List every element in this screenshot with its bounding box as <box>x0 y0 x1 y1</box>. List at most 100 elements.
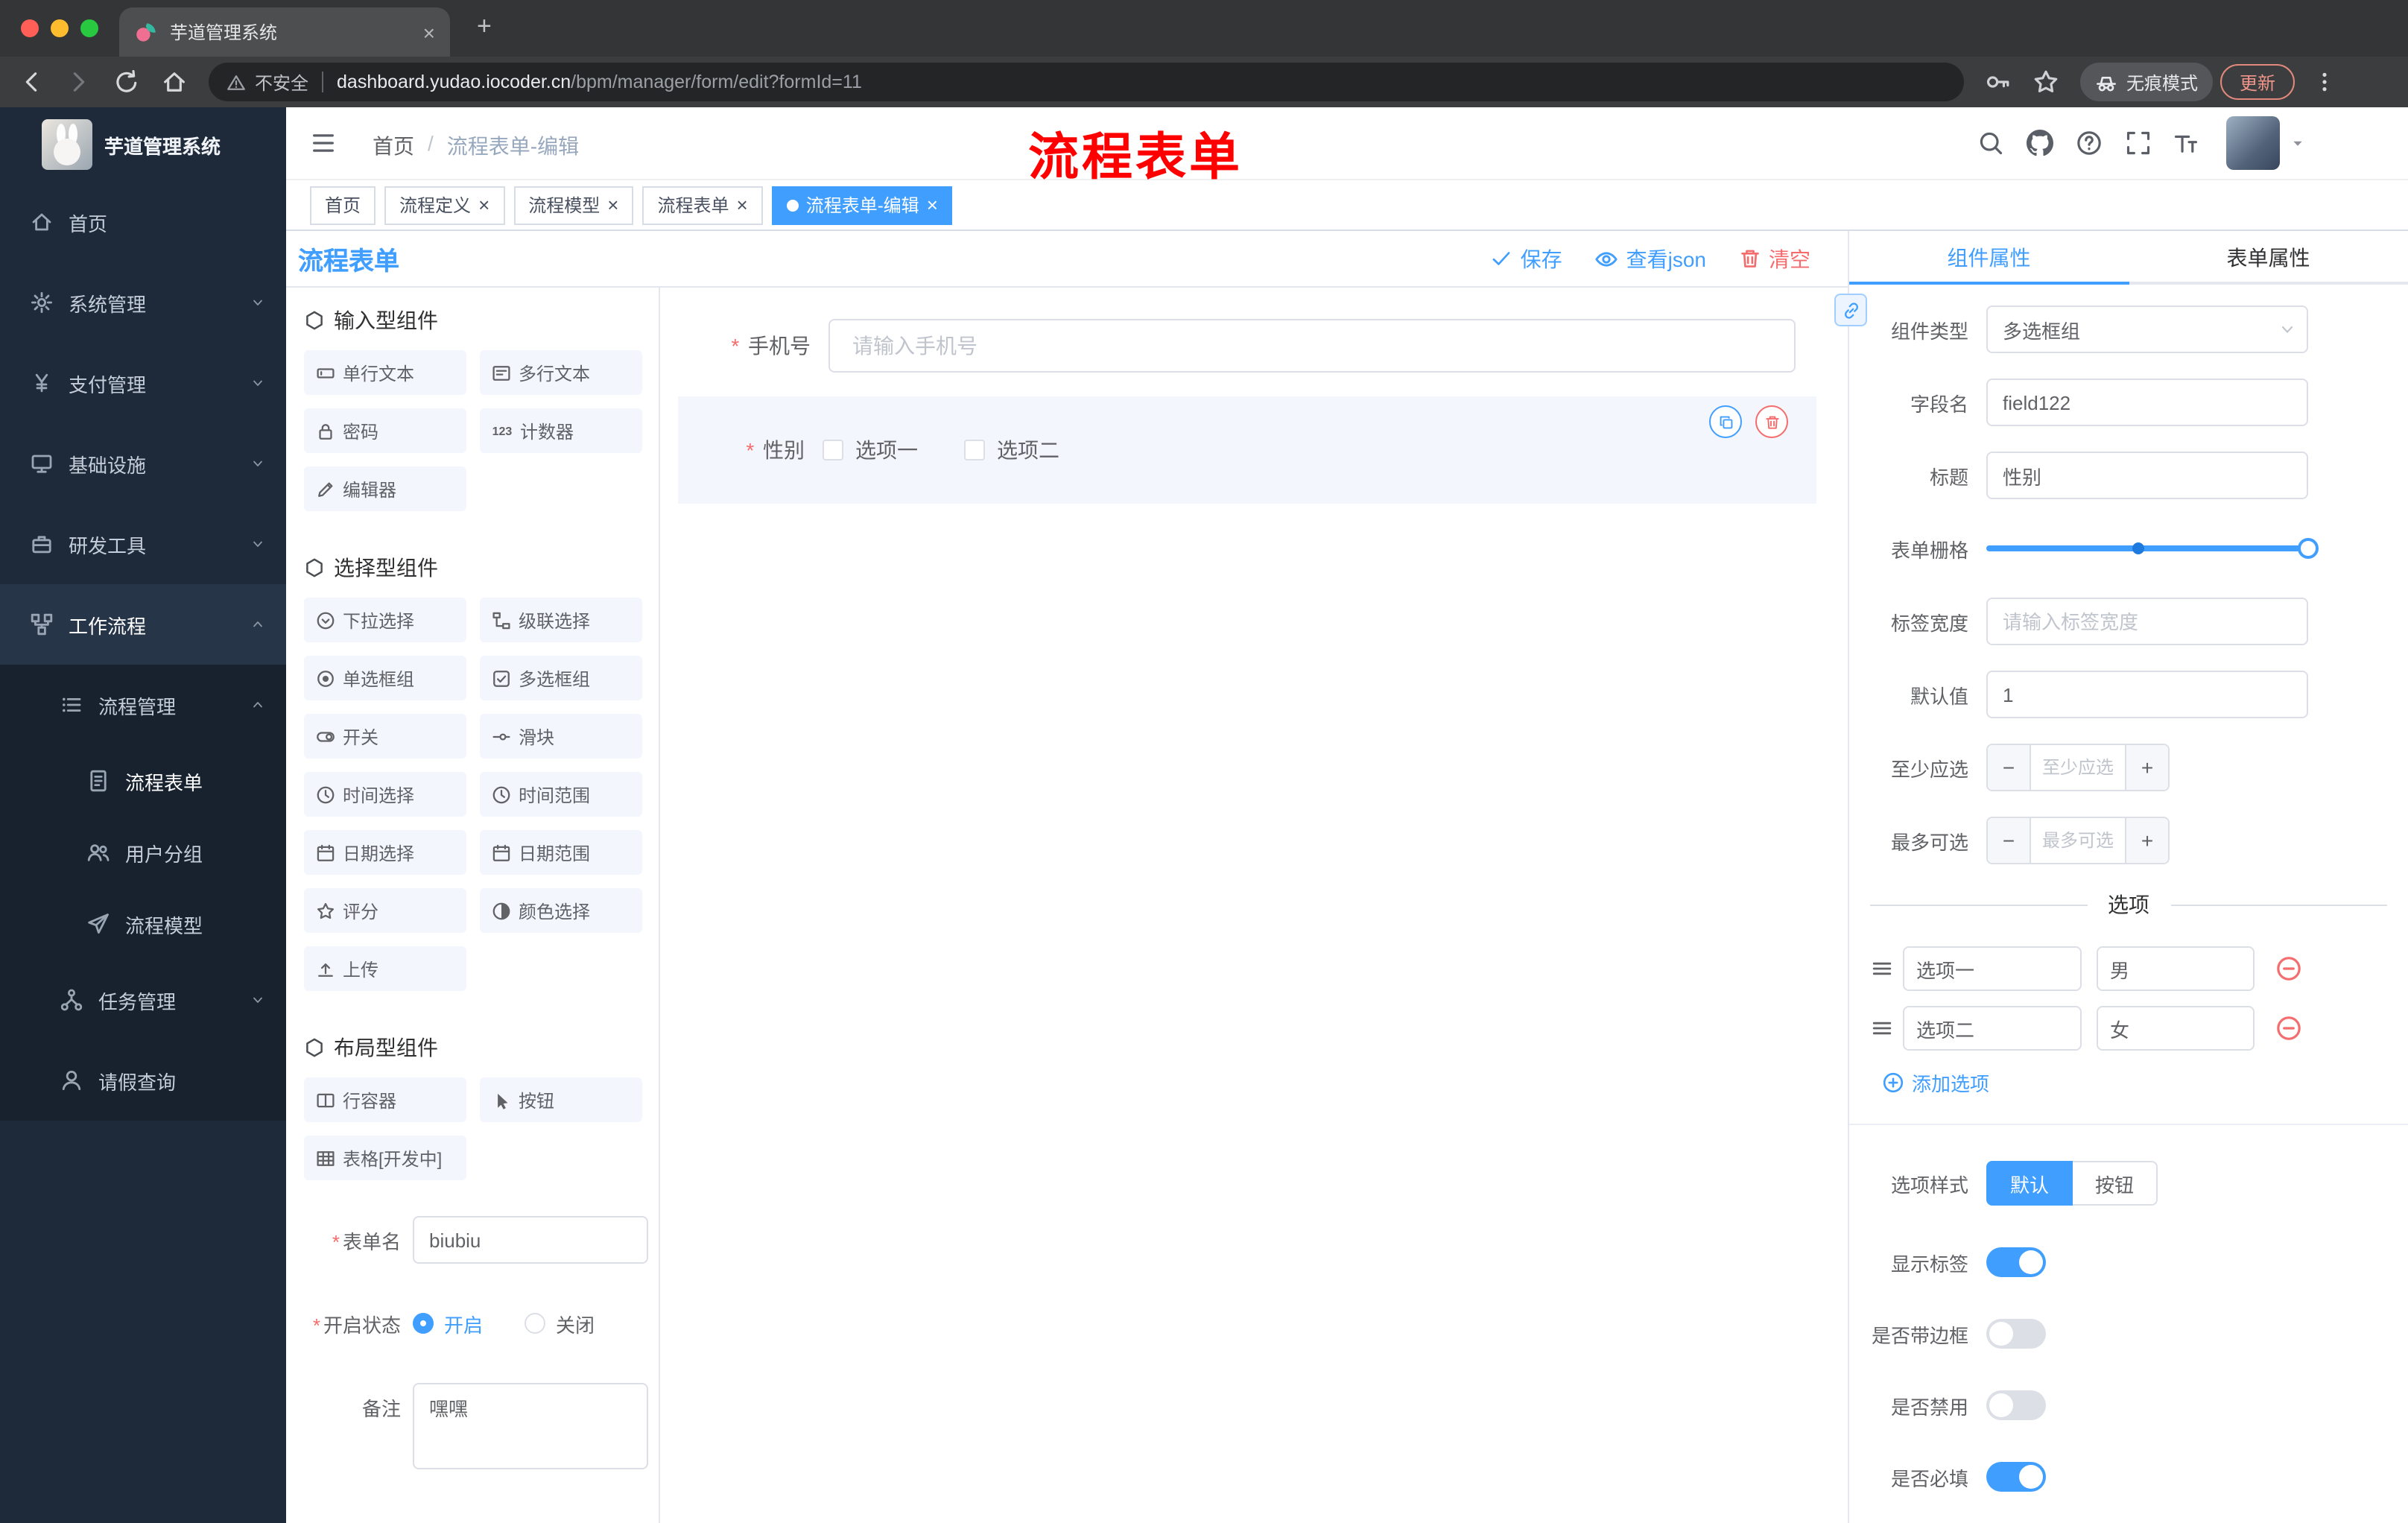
option-value-input[interactable] <box>2097 946 2255 991</box>
palette-item-slider[interactable]: 滑块 <box>480 714 642 759</box>
field-name-input[interactable] <box>1986 379 2308 426</box>
drag-handle-icon[interactable] <box>1870 957 1894 981</box>
remove-option-icon[interactable] <box>2275 1015 2302 1042</box>
sidebar-item-leave-query[interactable]: 请假查询 <box>0 1040 286 1121</box>
tab-form-props[interactable]: 表单属性 <box>2129 231 2408 282</box>
forward-icon[interactable] <box>66 69 92 95</box>
min-select-input[interactable] <box>2031 745 2125 790</box>
clear-button[interactable]: 清空 <box>1739 244 1810 273</box>
breadcrumb-home[interactable]: 首页 <box>373 131 414 161</box>
github-icon[interactable] <box>2027 130 2053 156</box>
close-icon[interactable]: × <box>478 195 489 215</box>
border-toggle[interactable] <box>1986 1319 2046 1349</box>
tag-process-form[interactable]: 流程表单 × <box>642 186 763 224</box>
remark-textarea[interactable]: 嘿嘿 <box>413 1383 648 1469</box>
palette-item-row-container[interactable]: 行容器 <box>304 1077 466 1122</box>
sidebar-item-process-form[interactable]: 流程表单 <box>0 745 286 817</box>
back-icon[interactable] <box>18 69 45 95</box>
gender-option-2[interactable]: 选项二 <box>964 435 1059 465</box>
palette-item-rating[interactable]: 评分 <box>304 888 466 933</box>
radio-off-label[interactable]: 关闭 <box>556 1309 595 1337</box>
form-name-input[interactable] <box>413 1216 648 1264</box>
sidebar-fold-icon[interactable] <box>310 130 337 156</box>
drag-handle-icon[interactable] <box>1870 1016 1894 1040</box>
style-default-button[interactable]: 默认 <box>1986 1161 2073 1206</box>
palette-item-dropdown[interactable]: 下拉选择 <box>304 598 466 642</box>
sidebar-item-infrastructure[interactable]: 基础设施 <box>0 423 286 504</box>
option-label-input[interactable] <box>1903 946 2082 991</box>
radio-on[interactable] <box>413 1313 434 1334</box>
search-icon[interactable] <box>1977 130 2004 156</box>
radio-off[interactable] <box>525 1313 546 1334</box>
tag-process-definition[interactable]: 流程定义 × <box>384 186 505 224</box>
decrease-button[interactable]: − <box>1988 745 2031 790</box>
sidebar-item-home[interactable]: 首页 <box>0 182 286 262</box>
radio-on-label[interactable]: 开启 <box>444 1309 483 1337</box>
new-tab-button[interactable]: + <box>477 12 492 42</box>
palette-item-date-range[interactable]: 日期范围 <box>480 830 642 875</box>
duplicate-component-button[interactable] <box>1709 405 1742 438</box>
fullscreen-icon[interactable] <box>2125 130 2152 156</box>
save-button[interactable]: 保存 <box>1491 244 1562 273</box>
style-button-button[interactable]: 按钮 <box>2073 1161 2158 1206</box>
close-icon[interactable]: × <box>607 195 618 215</box>
component-type-select[interactable]: 多选框组 <box>1986 305 2308 353</box>
sidebar-item-process-management[interactable]: 流程管理 <box>0 665 286 745</box>
remove-option-icon[interactable] <box>2275 955 2302 982</box>
decrease-button[interactable]: − <box>1988 818 2031 863</box>
palette-item-editor[interactable]: 编辑器 <box>304 466 466 511</box>
add-option-button[interactable]: 添加选项 <box>1882 1068 2387 1097</box>
palette-item-radio-group[interactable]: 单选框组 <box>304 656 466 700</box>
palette-item-table[interactable]: 表格[开发中] <box>304 1136 466 1180</box>
view-json-button[interactable]: 查看json <box>1595 244 1706 273</box>
sidebar-item-system[interactable]: 系统管理 <box>0 262 286 343</box>
sidebar-item-payment[interactable]: 支付管理 <box>0 343 286 423</box>
close-icon[interactable]: × <box>737 195 748 215</box>
address-bar[interactable]: 不安全 dashboard.yudao.iocoder.cn /bpm/mana… <box>209 63 1964 101</box>
palette-item-time-range[interactable]: 时间范围 <box>480 772 642 817</box>
user-avatar[interactable] <box>2226 116 2280 170</box>
show-label-toggle[interactable] <box>1986 1247 2046 1277</box>
palette-item-counter[interactable]: 123 计数器 <box>480 408 642 453</box>
label-width-input[interactable] <box>1986 598 2308 645</box>
tab-close-icon[interactable]: × <box>423 22 435 42</box>
bookmark-star-icon[interactable] <box>2032 69 2059 95</box>
option-label-input[interactable] <box>1903 1006 2082 1051</box>
palette-item-single-line-text[interactable]: 单行文本 <box>304 350 466 395</box>
max-select-input[interactable] <box>2031 818 2125 863</box>
palette-item-cascader[interactable]: 级联选择 <box>480 598 642 642</box>
palette-item-switch[interactable]: 开关 <box>304 714 466 759</box>
palette-item-password[interactable]: 密码 <box>304 408 466 453</box>
chrome-update-button[interactable]: 更新 <box>2220 64 2295 100</box>
palette-item-time-picker[interactable]: 时间选择 <box>304 772 466 817</box>
increase-button[interactable]: + <box>2125 818 2168 863</box>
window-close-button[interactable] <box>21 19 39 37</box>
title-input[interactable] <box>1986 452 2308 499</box>
increase-button[interactable]: + <box>2125 745 2168 790</box>
browser-menu-icon[interactable] <box>2313 70 2336 94</box>
incognito-badge[interactable]: 无痕模式 <box>2080 63 2214 101</box>
sidebar-item-workflow[interactable]: 工作流程 <box>0 584 286 665</box>
palette-item-color-picker[interactable]: 颜色选择 <box>480 888 642 933</box>
password-key-icon[interactable] <box>1985 69 2012 95</box>
phone-input[interactable] <box>828 319 1796 373</box>
gender-option-1[interactable]: 选项一 <box>823 435 918 465</box>
font-size-icon[interactable] <box>2173 130 2199 156</box>
tag-process-model[interactable]: 流程模型 × <box>513 186 634 224</box>
delete-component-button[interactable] <box>1755 405 1788 438</box>
sidebar-item-devtools[interactable]: 研发工具 <box>0 504 286 584</box>
help-icon[interactable] <box>2076 130 2103 156</box>
sidebar-item-task-management[interactable]: 任务管理 <box>0 960 286 1040</box>
tag-home[interactable]: 首页 <box>310 186 376 224</box>
palette-item-date-picker[interactable]: 日期选择 <box>304 830 466 875</box>
sidebar-item-process-model[interactable]: 流程模型 <box>0 888 286 960</box>
close-icon[interactable]: × <box>927 195 938 215</box>
disabled-toggle[interactable] <box>1986 1390 2046 1420</box>
option-value-input[interactable] <box>2097 1006 2255 1051</box>
checkbox[interactable] <box>823 440 843 460</box>
home-icon[interactable] <box>161 69 188 95</box>
window-zoom-button[interactable] <box>80 19 98 37</box>
sidebar-item-user-groups[interactable]: 用户分组 <box>0 817 286 888</box>
canvas-field-gender-selected[interactable]: * 性别 选项一 选项二 <box>678 396 1816 504</box>
required-toggle[interactable] <box>1986 1462 2046 1492</box>
